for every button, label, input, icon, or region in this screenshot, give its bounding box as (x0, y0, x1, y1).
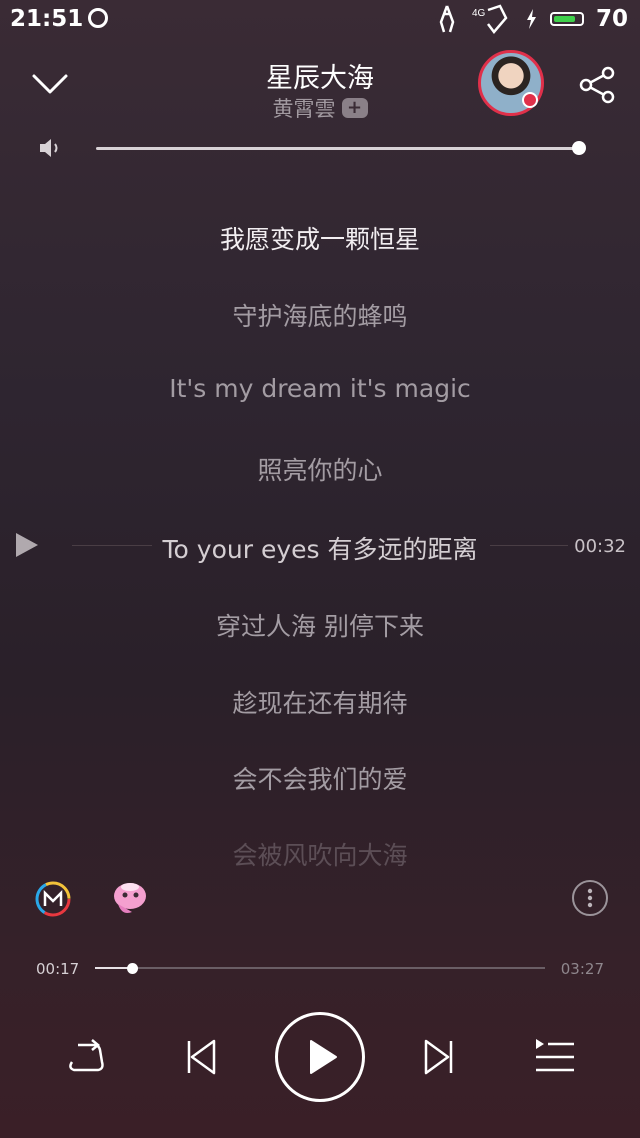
more-vertical-icon[interactable] (572, 880, 608, 916)
charging-icon (526, 9, 536, 29)
speaker-icon[interactable] (38, 136, 64, 160)
app-notification-icon (439, 5, 455, 33)
play-icon (310, 1040, 337, 1074)
music-mode-icon[interactable] (34, 880, 72, 918)
repeat-icon[interactable] (60, 1032, 110, 1082)
lyric-line[interactable]: 会被风吹向大海 (0, 836, 640, 872)
skip-next-icon[interactable] (414, 1032, 464, 1082)
lyric-line[interactable]: 穿过人海 别停下来 (0, 607, 640, 643)
volume-slider-thumb[interactable] (572, 141, 586, 155)
current-time: 00:17 (36, 960, 80, 978)
lyric-line-seek[interactable]: To your eyes 有多远的距离 (0, 530, 640, 566)
lyric-line[interactable]: 守护海底的蜂鸣 (0, 297, 640, 333)
lyric-seek-divider (490, 545, 568, 546)
lyric-line[interactable]: It's my dream it's magic (0, 374, 640, 403)
progress-thumb[interactable] (126, 963, 138, 974)
battery-icon (549, 12, 584, 26)
lyric-line[interactable]: 会不会我们的爱 (0, 760, 640, 796)
artist-name[interactable]: 黄霄雲 (273, 93, 336, 123)
total-time: 03:27 (560, 960, 604, 978)
lyric-line[interactable]: 我愿变成一颗恒星 (0, 220, 640, 256)
skip-previous-icon[interactable] (176, 1032, 226, 1082)
signal-icon: 4G (472, 4, 508, 34)
netease-status-icon (88, 8, 108, 28)
more-dots-icon (587, 888, 593, 908)
lyric-seek-divider (72, 545, 152, 546)
play-button[interactable] (275, 1012, 365, 1102)
follow-artist-button[interactable]: + (341, 98, 368, 118)
play-from-line-icon[interactable] (14, 531, 40, 559)
music-pet-icon[interactable] (110, 878, 150, 918)
svg-text:4G: 4G (472, 8, 486, 19)
lyric-line[interactable]: 趁现在还有期待 (0, 684, 640, 720)
artist-row: 黄霄雲 + (0, 93, 640, 123)
share-icon[interactable] (578, 66, 616, 104)
lyric-seek-time: 00:32 (574, 536, 626, 557)
lyric-line[interactable]: 照亮你的心 (0, 451, 640, 487)
playlist-icon[interactable] (530, 1032, 580, 1082)
avatar-badge-icon (522, 92, 538, 108)
progress-track[interactable] (95, 967, 545, 969)
status-time: 21:51 (10, 6, 84, 32)
volume-slider-track[interactable] (96, 147, 580, 150)
battery-level: 70 (595, 6, 628, 32)
status-right: 4G 70 (434, 4, 628, 34)
song-title: 星辰大海 (266, 63, 374, 94)
